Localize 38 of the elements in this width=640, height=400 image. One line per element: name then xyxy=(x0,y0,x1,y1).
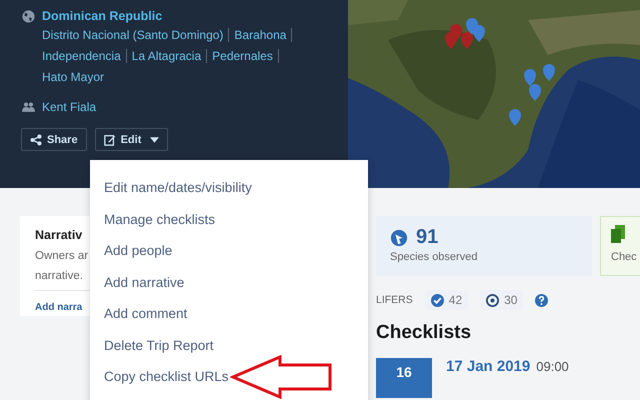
help-icon[interactable] xyxy=(535,294,548,306)
menu-item[interactable]: Add people xyxy=(104,243,172,258)
stat-label: Chec xyxy=(611,251,638,263)
heard-lifers-badge[interactable]: 30 xyxy=(480,290,524,310)
region-link[interactable]: Barahona xyxy=(234,28,292,42)
edit-icon xyxy=(104,134,116,146)
section-heading: Checklists xyxy=(376,322,472,344)
share-button[interactable]: Share xyxy=(21,128,87,151)
region-link[interactable]: La Altagracia xyxy=(132,49,208,63)
documents-icon xyxy=(611,225,625,243)
day-badge: 16 xyxy=(376,358,432,398)
add-narrative-link[interactable]: Add narra xyxy=(35,302,82,313)
card-title: Narrativ xyxy=(35,228,82,242)
menu-item[interactable]: Add comment xyxy=(104,306,188,321)
menu-item[interactable]: Manage checklists xyxy=(104,212,216,226)
caret-icon xyxy=(150,136,160,142)
person-name[interactable]: Kent Fiala xyxy=(42,100,96,114)
globe-icon xyxy=(22,10,35,23)
region-link[interactable]: Independencia xyxy=(42,49,127,63)
country-link[interactable]: Dominican Republic xyxy=(42,8,312,24)
share-icon xyxy=(30,134,42,146)
species-count: 91 xyxy=(416,226,438,249)
lifers-label: LIFERS xyxy=(376,294,413,306)
card-text: Owners ar xyxy=(35,249,88,264)
checklist-date-link[interactable]: 17 Jan 2019 xyxy=(446,358,530,375)
edit-button[interactable]: Edit xyxy=(94,128,168,151)
menu-item[interactable]: Copy checklist URLs xyxy=(104,369,229,384)
region-link[interactable]: Pedernales xyxy=(212,49,279,63)
checklist-time: 09:00 xyxy=(536,359,569,374)
seen-lifers-badge[interactable]: 42 xyxy=(424,290,468,310)
region-link[interactable]: Distrito Nacional (Santo Domingo) xyxy=(42,28,230,42)
region-link[interactable]: Hato Mayor xyxy=(42,70,110,84)
menu-item[interactable]: Edit name/dates/visibility xyxy=(104,180,252,195)
menu-item[interactable]: Add narrative xyxy=(104,274,184,290)
card-text: narrative. xyxy=(35,269,83,284)
menu-item[interactable]: Delete Trip Report xyxy=(104,338,214,352)
people-icon xyxy=(22,102,35,112)
stat-label: Species observed xyxy=(390,251,478,263)
